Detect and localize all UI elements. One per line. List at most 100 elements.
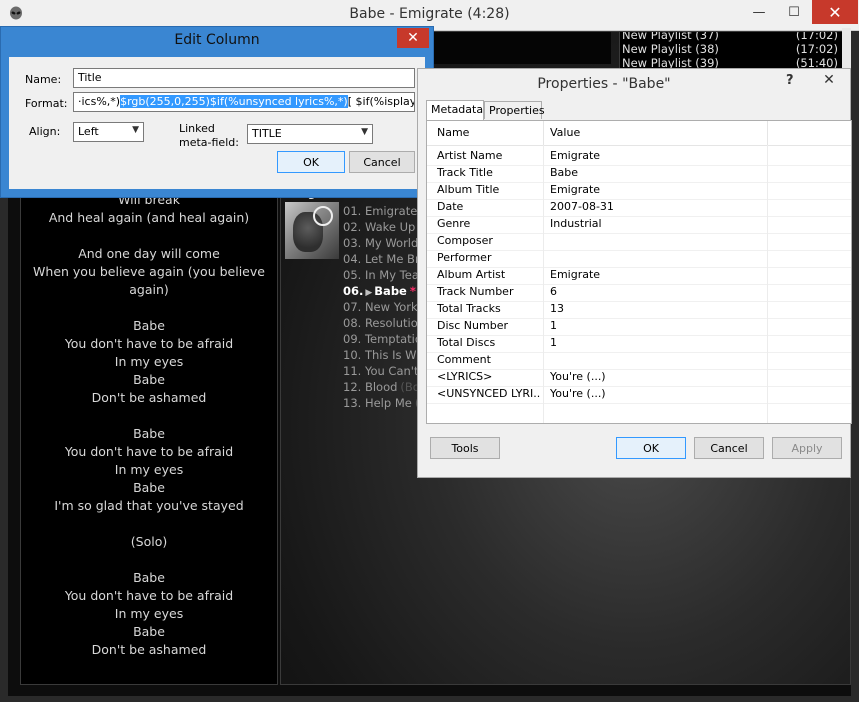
table-row[interactable]: Track Number 6	[427, 284, 851, 302]
column-header-name[interactable]: Name	[437, 126, 469, 139]
lyrics-line: Don't be ashamed	[91, 390, 207, 405]
lyrics-line: Babe	[133, 624, 165, 639]
playlist-panel: New Playlist (37) (17:02) New Playlist (38…	[619, 31, 843, 73]
track-title: Help Me	[364, 396, 412, 410]
column-divider	[767, 145, 768, 423]
table-row[interactable]: Genre Industrial	[427, 216, 851, 234]
edit-cancel-button[interactable]: Cancel	[349, 151, 415, 173]
lyrics-line: You don't have to be afraid	[64, 336, 234, 351]
track-row[interactable]: 03. My World	[343, 236, 421, 250]
help-button[interactable]: ?	[786, 73, 794, 88]
table-row[interactable]: Total Tracks 13	[427, 301, 851, 319]
field-value: Industrial	[550, 217, 602, 230]
name-input[interactable]: Title	[73, 68, 415, 88]
properties-apply-button[interactable]: Apply	[772, 437, 842, 459]
table-row[interactable]: Disc Number 1	[427, 318, 851, 336]
track-title: Babe	[374, 284, 407, 298]
table-row[interactable]: Track Title Babe	[427, 165, 851, 183]
table-row[interactable]: Performer	[427, 250, 851, 268]
properties-dialog: Properties - "Babe" ? ✕ Metadata Propert…	[417, 68, 852, 478]
table-row[interactable]: <UNSYNCED LYRI... You're (...)	[427, 386, 851, 404]
edit-ok-button[interactable]: OK	[277, 151, 345, 173]
field-value: Babe	[550, 166, 579, 179]
chevron-down-icon: ▼	[132, 125, 139, 135]
field-value: 1	[550, 336, 557, 349]
field-name: Disc Number	[437, 319, 508, 332]
column-divider	[543, 121, 544, 145]
lyrics-line: Babe	[133, 570, 165, 585]
playlist-duration: (17:02)	[795, 42, 838, 56]
track-row[interactable]: 02. Wake Up3	[343, 220, 426, 234]
lyrics-line: You don't have to be afraid	[64, 444, 234, 459]
tab-properties[interactable]: Properties	[484, 101, 545, 119]
properties-cancel-button[interactable]: Cancel	[694, 437, 764, 459]
format-selected-text: $rgb(255,0,255)$if(%unsynced lyrics%,*)	[120, 95, 348, 108]
edit-column-dialog: Edit Column ✕ Name: Title Format: ·ics%,…	[0, 26, 434, 198]
chevron-down-icon: ▼	[361, 127, 368, 137]
lyrics-line: You don't have to be afraid	[64, 588, 234, 603]
properties-close-button[interactable]: ✕	[808, 69, 850, 91]
lyrics-line: again)	[129, 282, 169, 297]
table-row[interactable]: Artist Name Emigrate	[427, 148, 851, 166]
window-title: Babe - Emigrate (4:28)	[349, 6, 510, 22]
meta-field-value: TITLE	[252, 127, 282, 140]
meta-field-select[interactable]: TITLE ▼	[247, 124, 373, 144]
field-name: Genre	[437, 217, 471, 230]
field-name: Total Tracks	[437, 302, 501, 315]
field-value: 6	[550, 285, 557, 298]
playlist-item[interactable]: New Playlist (37) (17:02)	[622, 31, 838, 42]
track-number: 10.	[343, 348, 362, 362]
name-label: Name:	[25, 73, 62, 86]
edit-column-close-button[interactable]: ✕	[397, 28, 429, 48]
close-button[interactable]: ✕	[812, 0, 858, 24]
album-cover-thumbnail	[285, 202, 339, 259]
format-input[interactable]: ·ics%,*)$rgb(255,0,255)$if(%unsynced lyr…	[73, 92, 415, 112]
playlist-item[interactable]: New Playlist (38) (17:02)	[622, 42, 838, 56]
align-select[interactable]: Left ▼	[73, 122, 144, 142]
table-row[interactable]: Album Title Emigrate	[427, 182, 851, 200]
lyrics-line: (Solo)	[130, 534, 168, 549]
format-label: Format:	[25, 97, 68, 110]
track-title: Emigrate	[364, 204, 418, 218]
table-row[interactable]: Album Artist Emigrate	[427, 267, 851, 285]
field-value: You're (...)	[550, 370, 606, 383]
maximize-button[interactable]: ☐	[779, 0, 809, 24]
field-name: Composer	[437, 234, 493, 247]
lyrics-line: In my eyes	[114, 462, 184, 477]
align-value: Left	[78, 125, 99, 138]
track-row[interactable]: 12. Blood (Bon	[343, 380, 427, 394]
lyrics-line: Babe	[133, 372, 165, 387]
track-number: 04.	[343, 252, 362, 266]
tab-metadata[interactable]: Metadata	[426, 100, 484, 120]
properties-titlebar[interactable]: Properties - "Babe" ? ✕	[418, 69, 850, 99]
field-value: You're (...)	[550, 387, 606, 400]
field-value: 13	[550, 302, 564, 315]
field-name: <LYRICS>	[437, 370, 493, 383]
track-title: Blood	[364, 380, 398, 394]
playlist-name: New Playlist (38)	[622, 42, 719, 56]
lyrics-line: In my eyes	[114, 606, 184, 621]
track-row[interactable]: 06. ▶ Babe *	[343, 284, 416, 298]
lyrics-line: And heal again (and heal again)	[48, 210, 250, 225]
track-row[interactable]: 08. Resolution	[343, 316, 428, 330]
track-number: 12.	[343, 380, 362, 394]
tools-button[interactable]: Tools	[430, 437, 500, 459]
track-row[interactable]: 13. Help Me(B	[343, 396, 427, 410]
table-row[interactable]: Composer	[427, 233, 851, 251]
field-name: Total Discs	[437, 336, 496, 349]
lyrics-line: In my eyes	[114, 354, 184, 369]
table-row[interactable]: <LYRICS> You're (...)	[427, 369, 851, 387]
field-value: Emigrate	[550, 149, 601, 162]
field-name: Album Artist	[437, 268, 506, 281]
column-header-value[interactable]: Value	[550, 126, 580, 139]
properties-ok-button[interactable]: OK	[616, 437, 686, 459]
table-row[interactable]: Total Discs 1	[427, 335, 851, 353]
track-row[interactable]: 01. Emigrate3	[343, 204, 428, 218]
playlist-duration: (17:02)	[795, 31, 838, 42]
field-name: Track Title	[437, 166, 493, 179]
track-number: 08.	[343, 316, 362, 330]
track-number: 02.	[343, 220, 362, 234]
table-row[interactable]: Comment	[427, 352, 851, 370]
minimize-button[interactable]: —	[744, 0, 774, 24]
table-row[interactable]: Date 2007-08-31	[427, 199, 851, 217]
